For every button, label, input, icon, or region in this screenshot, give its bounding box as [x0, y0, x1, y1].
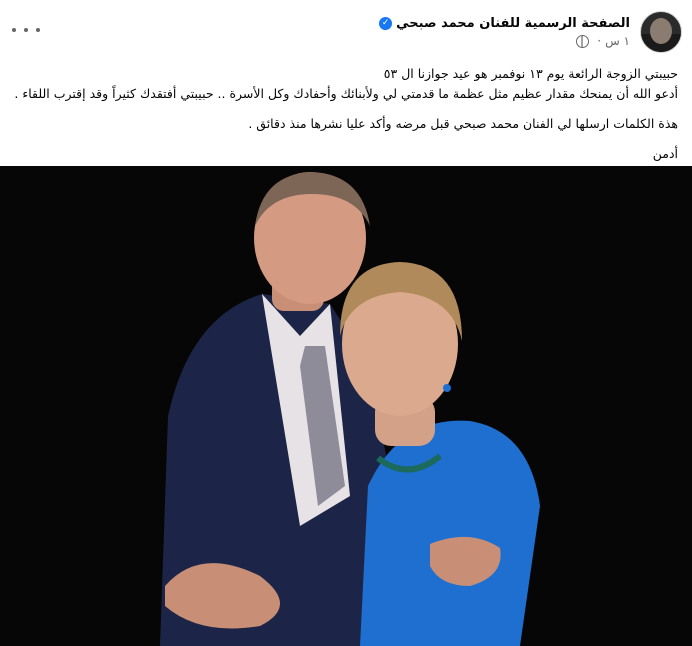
couple-photo-illustration — [0, 166, 692, 646]
post-photo[interactable] — [0, 166, 692, 646]
verified-badge-icon: ✓ — [379, 17, 393, 30]
page-name-row: الصفحة الرسمية للفنان محمد صبحي ✓ — [379, 16, 630, 31]
more-options-button[interactable] — [12, 18, 40, 42]
post-line-1: حبيبتي الزوجة الرائعة يوم ١٣ نوفمبر هو ع… — [383, 66, 678, 81]
header-text: الصفحة الرسمية للفنان محمد صبحي ✓ ١ س · — [379, 16, 630, 48]
meta-separator: · — [597, 34, 602, 48]
page-name-link[interactable]: الصفحة الرسمية للفنان محمد صبحي — [396, 16, 630, 31]
post-line-3: هذة الكلمات ارسلها لي الفنان محمد صبحي ق… — [248, 116, 678, 131]
post-meta: ١ س · — [379, 34, 630, 48]
more-dots-icon — [12, 28, 16, 32]
avatar-face — [650, 18, 672, 44]
more-dot — [36, 28, 40, 32]
post-header: الصفحة الرسمية للفنان محمد صبحي ✓ ١ س · — [379, 10, 682, 54]
post-line-4: أدمن — [652, 146, 678, 161]
post-time[interactable]: ١ س — [605, 34, 630, 48]
more-dot — [24, 28, 28, 32]
facebook-post: الصفحة الرسمية للفنان محمد صبحي ✓ ١ س · … — [0, 0, 692, 646]
post-body: حبيبتي الزوجة الرائعة يوم ١٣ نوفمبر هو ع… — [14, 64, 678, 164]
post-line-2: أدعو الله أن يمنحك مقدار عظيم مثل عظمة م… — [14, 86, 678, 101]
page-avatar[interactable] — [640, 11, 682, 53]
globe-icon[interactable] — [576, 34, 590, 48]
